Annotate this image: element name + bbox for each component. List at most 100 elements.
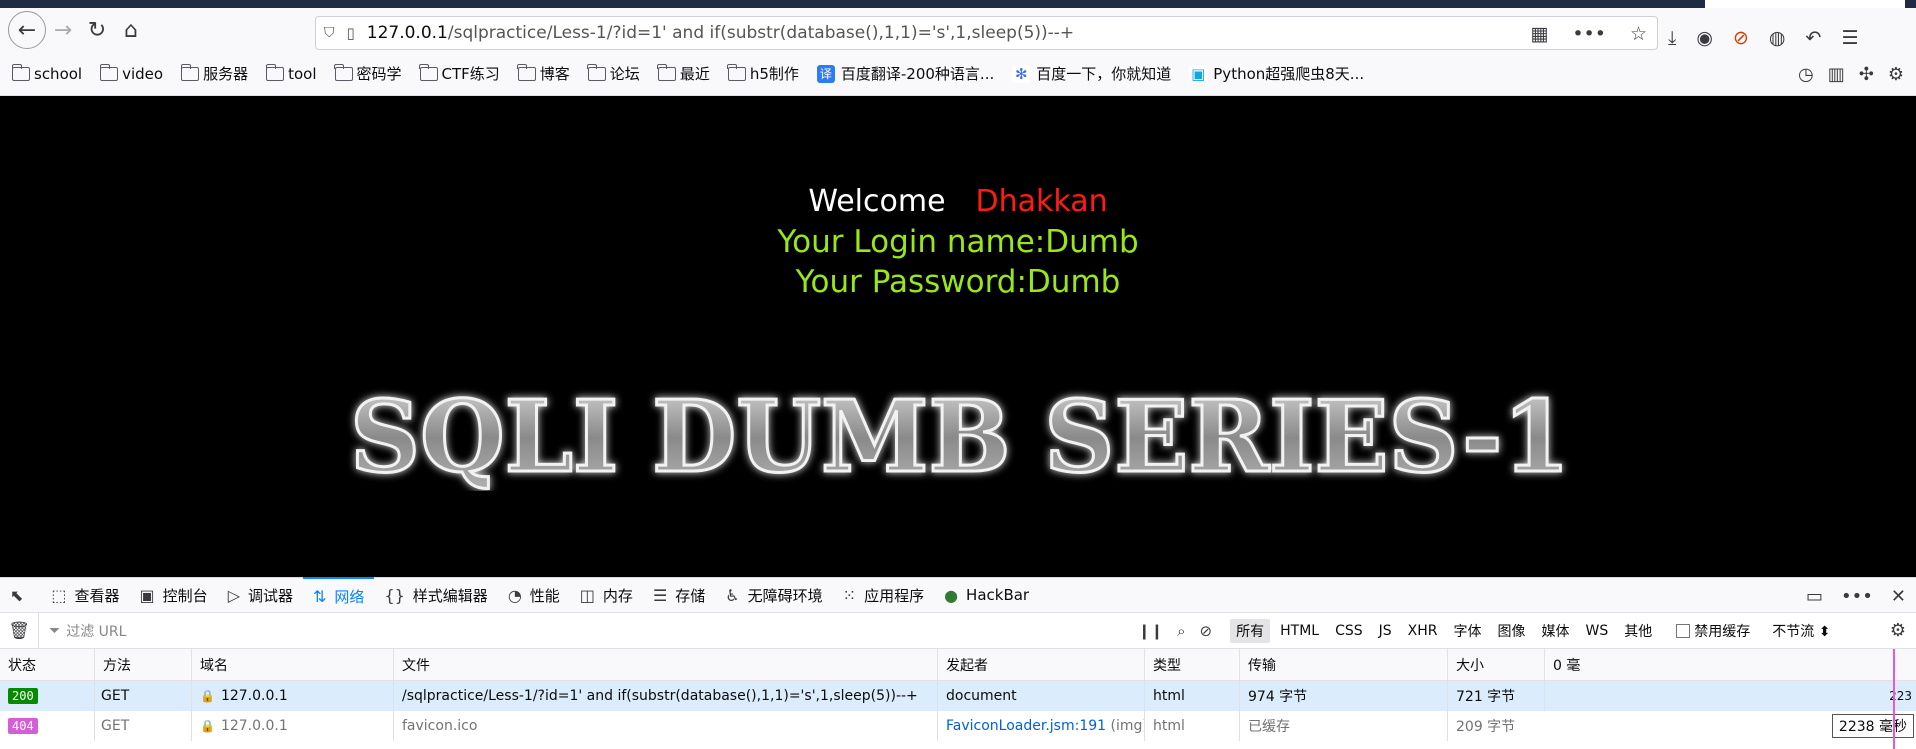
home-button[interactable]: ⌂: [114, 13, 148, 47]
shield-icon[interactable]: ⛉: [324, 25, 335, 41]
bookmark-site[interactable]: 译百度翻译-200种语言...: [816, 63, 994, 84]
type-filter-fonts[interactable]: 字体: [1448, 619, 1488, 643]
table-row[interactable]: 404 GET 🔒 127.0.0.1 favicon.ico FaviconLo…: [0, 711, 1916, 741]
tab-inspector[interactable]: ⬚ 查看器: [41, 577, 129, 613]
settings-gear-icon[interactable]: ⚙: [1888, 64, 1904, 85]
forward-button[interactable]: →: [46, 13, 80, 47]
type-filter-html[interactable]: HTML: [1274, 621, 1325, 641]
type-filter-js[interactable]: JS: [1373, 621, 1398, 641]
type-filter-xhr[interactable]: XHR: [1402, 621, 1444, 641]
tab-memory[interactable]: ◫ 内存: [570, 577, 643, 613]
column-domain[interactable]: 域名: [191, 649, 393, 680]
tab-label: 查看器: [74, 586, 120, 605]
network-settings-gear-icon[interactable]: ⚙: [1890, 620, 1906, 641]
bookmark-folder[interactable]: CTF练习: [419, 63, 500, 84]
blocker-icon[interactable]: ⊘: [1733, 27, 1749, 49]
column-transferred[interactable]: 传输: [1239, 649, 1447, 680]
column-method[interactable]: 方法: [94, 649, 191, 680]
console-icon: ▣: [139, 585, 155, 605]
tab-storage[interactable]: ☰ 存储: [643, 577, 715, 613]
type-filter-ws[interactable]: WS: [1580, 621, 1615, 641]
qr-code-icon[interactable]: ▦: [1530, 23, 1548, 45]
extension-chat-icon[interactable]: ◍: [1769, 27, 1786, 49]
page-actions-icon[interactable]: •••: [1572, 23, 1606, 45]
type-filter-all[interactable]: 所有: [1230, 618, 1271, 643]
account-icon[interactable]: ◉: [1696, 27, 1713, 49]
column-size[interactable]: 大小: [1447, 649, 1544, 680]
checkbox-box[interactable]: [1676, 623, 1691, 638]
back-button[interactable]: ←: [8, 11, 46, 49]
bookmark-site[interactable]: ✻ 百度一下，你就知道: [1012, 63, 1171, 84]
history-icon[interactable]: ◷: [1798, 64, 1814, 85]
tab-accessibility[interactable]: ♿ 无障碍环境: [715, 577, 832, 613]
extensions-icon[interactable]: ✣: [1859, 64, 1874, 85]
bookmark-folder[interactable]: tool: [265, 63, 317, 83]
status-badge: 200: [8, 688, 38, 704]
column-status[interactable]: 状态: [0, 649, 94, 680]
close-icon[interactable]: ✕: [1891, 586, 1906, 607]
type-filter-css[interactable]: CSS: [1329, 621, 1369, 641]
bookmark-folder[interactable]: h5制作: [727, 63, 799, 84]
welcome-text: Welcome: [808, 184, 946, 219]
bookmark-folder[interactable]: 密码学: [334, 63, 402, 84]
style-editor-icon: {}: [384, 585, 405, 605]
page-info-icon[interactable]: ▯: [347, 24, 355, 42]
baidu-paw-icon: ✻: [1012, 64, 1031, 83]
initiator-link[interactable]: FaviconLoader.jsm:191: [946, 718, 1106, 734]
dock-icon[interactable]: ▭: [1806, 586, 1823, 607]
type-filter-media[interactable]: 媒体: [1536, 619, 1576, 643]
folder-icon: [419, 63, 438, 81]
bookmark-site[interactable]: ▣ Python超强爬虫8天...: [1189, 63, 1364, 84]
reload-button[interactable]: ↻: [80, 13, 114, 47]
element-picker-button[interactable]: ⬉: [0, 577, 41, 613]
tab-debugger[interactable]: ▷ 调试器: [218, 577, 303, 613]
column-type[interactable]: 类型: [1144, 649, 1239, 680]
type-filter-other[interactable]: 其他: [1618, 619, 1658, 643]
throttle-select[interactable]: 不节流 ⬍: [1772, 621, 1830, 641]
folder-icon: [180, 63, 200, 81]
bookmark-folder[interactable]: video: [99, 63, 163, 83]
table-row[interactable]: 200 GET 🔒 127.0.0.1 /sqlpractice/Less-1/?…: [0, 681, 1916, 711]
trash-icon[interactable]: 🗑: [0, 621, 38, 641]
disable-cache-checkbox[interactable]: 禁用缓存: [1676, 621, 1750, 641]
tab-label: 应用程序: [864, 586, 925, 605]
welcome-name: Dhakkan: [975, 184, 1108, 219]
folder-icon: [11, 63, 30, 81]
domain-text: 127.0.0.1: [220, 688, 288, 704]
filter-url-input[interactable]: ⏷ 过滤 URL: [38, 612, 1128, 649]
tab-style-editor[interactable]: {} 样式编辑器: [374, 577, 497, 613]
cell-domain: 🔒 127.0.0.1: [191, 711, 393, 741]
url-bar[interactable]: ⛉ ▯ 127.0.0.1/sqlpractice/Less-1/?id=1' …: [315, 16, 1658, 50]
tab-network[interactable]: ⇅ 网络: [303, 577, 375, 613]
devtools-toolbar: ⬉ ⬚ 查看器 ▣ 控制台 ▷ 调试器 ⇅ 网络 {} 样式编辑器 ◔ 性能 ◫ 内存 ☰ 存储…: [0, 577, 1916, 613]
bookmark-star-icon[interactable]: ☆: [1630, 23, 1647, 45]
tab-performance[interactable]: ◔ 性能: [498, 577, 570, 613]
storage-icon: ☰: [652, 585, 668, 605]
bookmark-folder[interactable]: 最近: [657, 63, 710, 84]
column-waterfall[interactable]: 0 毫: [1544, 649, 1916, 680]
active-tab[interactable]: [1705, 0, 1905, 8]
block-icon[interactable]: ⊘: [1200, 622, 1213, 640]
reader-view-icon[interactable]: ▥: [1828, 64, 1845, 85]
bookmark-folder[interactable]: 论坛: [587, 63, 640, 84]
undo-icon[interactable]: ↶: [1806, 27, 1822, 49]
tab-console[interactable]: ▣ 控制台: [130, 577, 218, 613]
bookmark-folder[interactable]: school: [11, 63, 82, 83]
more-options-icon[interactable]: •••: [1841, 586, 1873, 607]
domain-text: 127.0.0.1: [220, 718, 288, 734]
bookmark-folder[interactable]: 博客: [517, 63, 570, 84]
tab-hackbar[interactable]: ● HackBar: [934, 577, 1039, 613]
folder-icon: [265, 63, 285, 81]
menu-icon[interactable]: ☰: [1841, 27, 1858, 49]
tab-application[interactable]: ⁙ 应用程序: [833, 577, 934, 613]
pause-icon[interactable]: ❙❙: [1138, 622, 1163, 640]
download-icon[interactable]: ⤓: [1668, 27, 1676, 49]
column-initiator[interactable]: 发起者: [937, 649, 1144, 680]
url-text[interactable]: 127.0.0.1/sqlpractice/Less-1/?id=1' and …: [367, 23, 1074, 43]
column-file[interactable]: 文件: [393, 649, 937, 680]
tab-label: 存储: [675, 586, 706, 605]
search-icon[interactable]: ⌕: [1177, 622, 1185, 640]
page-content: Welcome Dhakkan Your Login name:Dumb Your…: [0, 96, 1916, 577]
type-filter-images[interactable]: 图像: [1492, 619, 1532, 643]
bookmark-folder[interactable]: 服务器: [180, 63, 248, 84]
